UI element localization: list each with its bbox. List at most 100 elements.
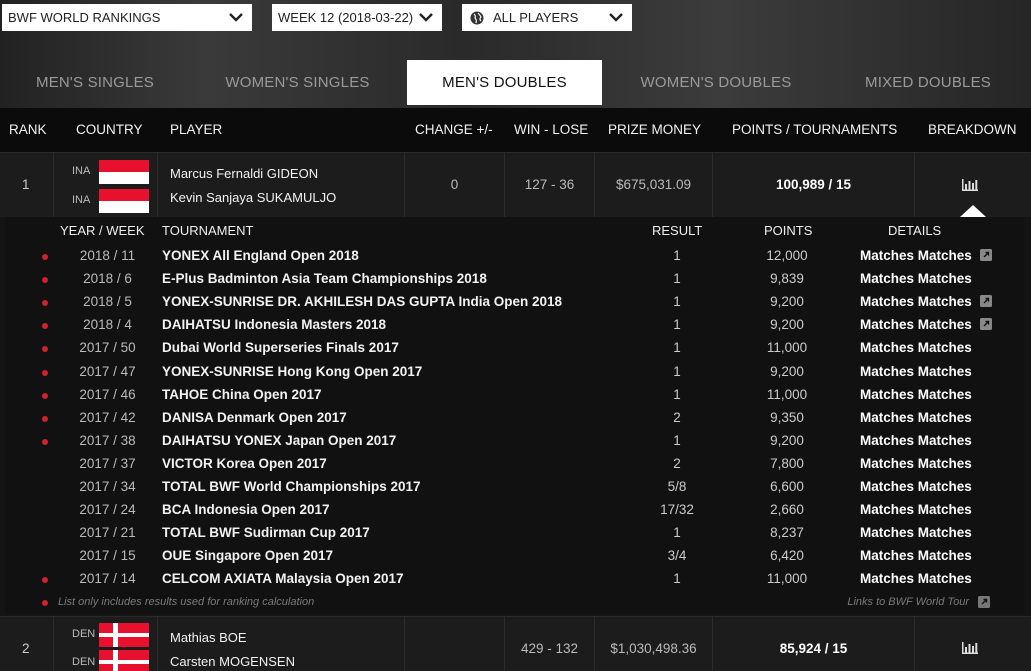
cell-divider xyxy=(157,153,158,217)
year-week: 2017 / 46 xyxy=(79,386,136,402)
tab-womens-doubles[interactable]: WOMEN'S DOUBLES xyxy=(616,60,816,105)
external-link-icon[interactable] xyxy=(980,249,992,261)
result-value: 1 xyxy=(673,340,681,356)
matches-link[interactable]: Matches Matches xyxy=(860,548,972,563)
col-player[interactable]: PLAYER xyxy=(170,122,222,137)
category-tabs: MEN'S SINGLES WOMEN'S SINGLES MEN'S DOUB… xyxy=(0,60,1031,105)
col-change[interactable]: CHANGE +/- xyxy=(415,122,493,137)
win-lose-value: 127 - 36 xyxy=(524,177,575,192)
change-value: 0 xyxy=(450,177,459,192)
ranking-dot-icon xyxy=(42,438,48,445)
col-rank[interactable]: RANK xyxy=(9,122,47,137)
rankings-select[interactable]: BWF WORLD RANKINGS xyxy=(2,4,252,31)
links-note-text: Links to BWF World Tour xyxy=(847,596,969,608)
result-value: 1 xyxy=(673,271,681,287)
table-row[interactable]: 1 INA INA Marcus Fernaldi GIDEON Kevin S… xyxy=(0,152,1031,217)
tournament-name: TOTAL BWF Sudirman Cup 2017 xyxy=(162,525,370,541)
player-name-link[interactable]: Carsten MOGENSEN xyxy=(170,654,295,669)
matches-link[interactable]: Matches Matches xyxy=(860,525,972,540)
denmark-flag-icon xyxy=(99,650,149,671)
tab-womens-singles[interactable]: WOMEN'S SINGLES xyxy=(200,60,395,105)
chevron-down-icon xyxy=(229,13,243,22)
matches-link[interactable]: Matches Matches xyxy=(860,387,972,402)
list-item: 2017 / 46 TAHOE China Open 2017 1 11,000 Mat… xyxy=(5,383,1024,406)
points-value: 9,350 xyxy=(770,409,804,425)
matches-link[interactable]: Matches Matches xyxy=(860,456,972,471)
points-value: 9,200 xyxy=(770,294,804,310)
ranking-dot-icon xyxy=(42,254,48,260)
points-value: 9,200 xyxy=(770,317,804,333)
external-link-icon[interactable] xyxy=(978,596,990,608)
bd-col-details: DETAILS xyxy=(888,223,942,238)
tab-mens-doubles[interactable]: MEN'S DOUBLES xyxy=(407,60,602,105)
indonesia-flag-icon xyxy=(99,189,149,213)
result-value: 1 xyxy=(673,363,681,379)
year-week: 2018 / 5 xyxy=(83,294,132,310)
matches-link[interactable]: Matches Matches xyxy=(860,479,972,494)
col-win-lose[interactable]: WIN - LOSE xyxy=(514,122,588,137)
week-select[interactable]: WEEK 12 (2018-03-22) xyxy=(272,4,442,31)
points-value: 8,237 xyxy=(770,525,804,541)
result-value: 1 xyxy=(673,571,681,587)
result-value: 1 xyxy=(673,317,681,333)
year-week: 2017 / 37 xyxy=(79,455,136,471)
tournament-name: OUE Singapore Open 2017 xyxy=(162,548,334,564)
year-week: 2017 / 14 xyxy=(79,571,136,587)
tournament-name: TAHOE China Open 2017 xyxy=(162,386,322,402)
players-select-label: ALL PLAYERS xyxy=(493,10,579,25)
matches-link[interactable]: Matches Matches xyxy=(860,294,972,309)
matches-link[interactable]: Matches Matches xyxy=(860,340,972,355)
col-country[interactable]: COUNTRY xyxy=(76,122,143,137)
matches-link[interactable]: Matches Matches xyxy=(860,248,972,263)
year-week: 2017 / 15 xyxy=(79,548,136,564)
points-value: 9,839 xyxy=(770,271,804,287)
matches-link[interactable]: Matches Matches xyxy=(860,410,972,425)
player-name-link[interactable]: Mathias BOE xyxy=(170,630,247,645)
list-item: 2017 / 50 Dubai World Superseries Finals … xyxy=(5,336,1024,359)
col-points-tournaments[interactable]: POINTS / TOURNAMENTS xyxy=(732,122,897,137)
bar-chart-icon[interactable] xyxy=(962,642,978,654)
footnote-text: List only includes results used for rank… xyxy=(58,596,315,608)
result-value: 5/8 xyxy=(667,479,687,494)
cell-divider xyxy=(53,153,54,217)
matches-link[interactable]: Matches Matches xyxy=(860,571,972,586)
year-week: 2018 / 6 xyxy=(83,271,132,287)
bd-col-points: POINTS xyxy=(764,223,813,238)
external-link-icon[interactable] xyxy=(980,318,992,331)
matches-link[interactable]: Matches Matches xyxy=(860,317,972,332)
list-item: 2018 / 6 E-Plus Badminton Asia Team Champ… xyxy=(5,267,1024,290)
ranking-dot-icon xyxy=(42,600,48,606)
country-code: DEN xyxy=(72,656,96,668)
year-week: 2017 / 42 xyxy=(79,409,136,425)
players-select[interactable]: ALL PLAYERS xyxy=(462,4,632,31)
player-name-link[interactable]: Marcus Fernaldi GIDEON xyxy=(170,166,318,181)
list-item: 2018 / 11 YONEX All England Open 2018 1 12,… xyxy=(5,244,1024,267)
prize-money-value: $1,030,498.36 xyxy=(610,641,697,656)
matches-link[interactable]: Matches Matches xyxy=(860,271,972,286)
tournament-name: DAIHATSU Indonesia Masters 2018 xyxy=(162,317,387,333)
chevron-down-icon xyxy=(609,13,623,22)
matches-link[interactable]: Matches Matches xyxy=(860,364,972,379)
tab-mixed-doubles[interactable]: MIXED DOUBLES xyxy=(828,60,1028,105)
list-item: 2017 / 14 CELCOM AXIATA Malaysia Open 201… xyxy=(5,567,1024,590)
matches-link[interactable]: Matches Matches xyxy=(860,433,972,448)
points-value: 9,200 xyxy=(770,432,804,448)
breakdown-pointer xyxy=(960,205,986,217)
tournament-name: E-Plus Badminton Asia Team Championships… xyxy=(162,271,487,287)
result-value: 2 xyxy=(673,455,681,471)
week-select-label: WEEK 12 (2018-03-22) xyxy=(278,10,414,25)
points-value: 11,000 xyxy=(766,571,808,587)
bd-col-tournament: TOURNAMENT xyxy=(162,223,254,238)
player-name-link[interactable]: Kevin Sanjaya SUKAMULJO xyxy=(170,190,336,205)
table-row[interactable]: 2 DEN DEN Mathias BOE Carsten MOGENSEN 4… xyxy=(0,616,1031,671)
cell-divider xyxy=(914,617,915,671)
tournament-name: VICTOR Korea Open 2017 xyxy=(162,455,327,471)
external-link-icon[interactable] xyxy=(980,295,992,308)
bar-chart-icon[interactable] xyxy=(962,179,978,191)
col-prize-money[interactable]: PRIZE MONEY xyxy=(608,122,701,137)
matches-link[interactable]: Matches Matches xyxy=(860,502,972,517)
country-code: DEN xyxy=(72,628,96,640)
ranking-dot-icon xyxy=(42,392,48,399)
tab-mens-singles[interactable]: MEN'S SINGLES xyxy=(0,60,190,105)
result-value: 3/4 xyxy=(667,548,687,564)
